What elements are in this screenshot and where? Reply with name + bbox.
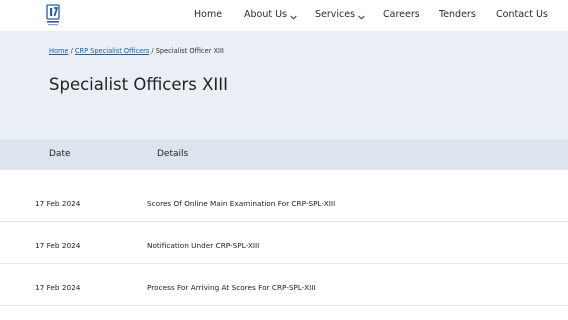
row-detail-link[interactable]: Scores Of Online Main Examination For CR…	[147, 199, 335, 208]
nav-services[interactable]: Services	[315, 9, 365, 20]
chevron-down-icon	[290, 12, 297, 20]
breadcrumb-home-link[interactable]: Home	[49, 47, 68, 55]
nav-tenders[interactable]: Tenders	[439, 9, 476, 20]
row-date: 17 Feb 2024	[35, 283, 81, 292]
nav-about-us-label: About Us	[244, 9, 288, 20]
breadcrumb-crp-specialist-officers-link[interactable]: CRP Specialist Officers	[75, 47, 149, 55]
nav-services-label: Services	[315, 9, 356, 20]
ibps-logo-icon[interactable]	[44, 3, 62, 27]
nav-contact-us[interactable]: Contact Us	[496, 9, 548, 20]
top-navbar: Home About Us Services Careers Tenders C…	[0, 0, 568, 31]
nav-careers[interactable]: Careers	[383, 9, 420, 20]
table-row: 17 Feb 2024 Notification Under CRP-SPL-X…	[0, 222, 568, 264]
breadcrumb-current: Specialist Officer XIII	[155, 47, 224, 55]
page-title: Specialist Officers XIII	[49, 75, 229, 94]
page-header-section: Home / CRP Specialist Officers / Special…	[0, 31, 568, 139]
nav-home-label: Home	[194, 9, 223, 20]
table-row: 17 Feb 2024 Process For Arriving At Scor…	[0, 264, 568, 306]
nav-careers-label: Careers	[383, 9, 420, 20]
row-date: 17 Feb 2024	[35, 241, 81, 250]
nav-home[interactable]: Home	[194, 9, 222, 20]
nav-contact-us-label: Contact Us	[496, 9, 548, 20]
column-header-details: Details	[157, 149, 189, 159]
row-date: 17 Feb 2024	[35, 199, 81, 208]
nav-about-us[interactable]: About Us	[244, 9, 297, 20]
column-header-date: Date	[49, 149, 71, 159]
chevron-down-icon	[358, 12, 365, 20]
breadcrumb: Home / CRP Specialist Officers / Special…	[49, 47, 224, 55]
nav-tenders-label: Tenders	[439, 9, 476, 20]
table-row: 17 Feb 2024 Scores Of Online Main Examin…	[0, 180, 568, 222]
table-header: Date Details	[0, 139, 568, 170]
row-detail-link[interactable]: Notification Under CRP-SPL-XIII	[147, 241, 259, 250]
row-detail-link[interactable]: Process For Arriving At Scores For CRP-S…	[147, 283, 316, 292]
